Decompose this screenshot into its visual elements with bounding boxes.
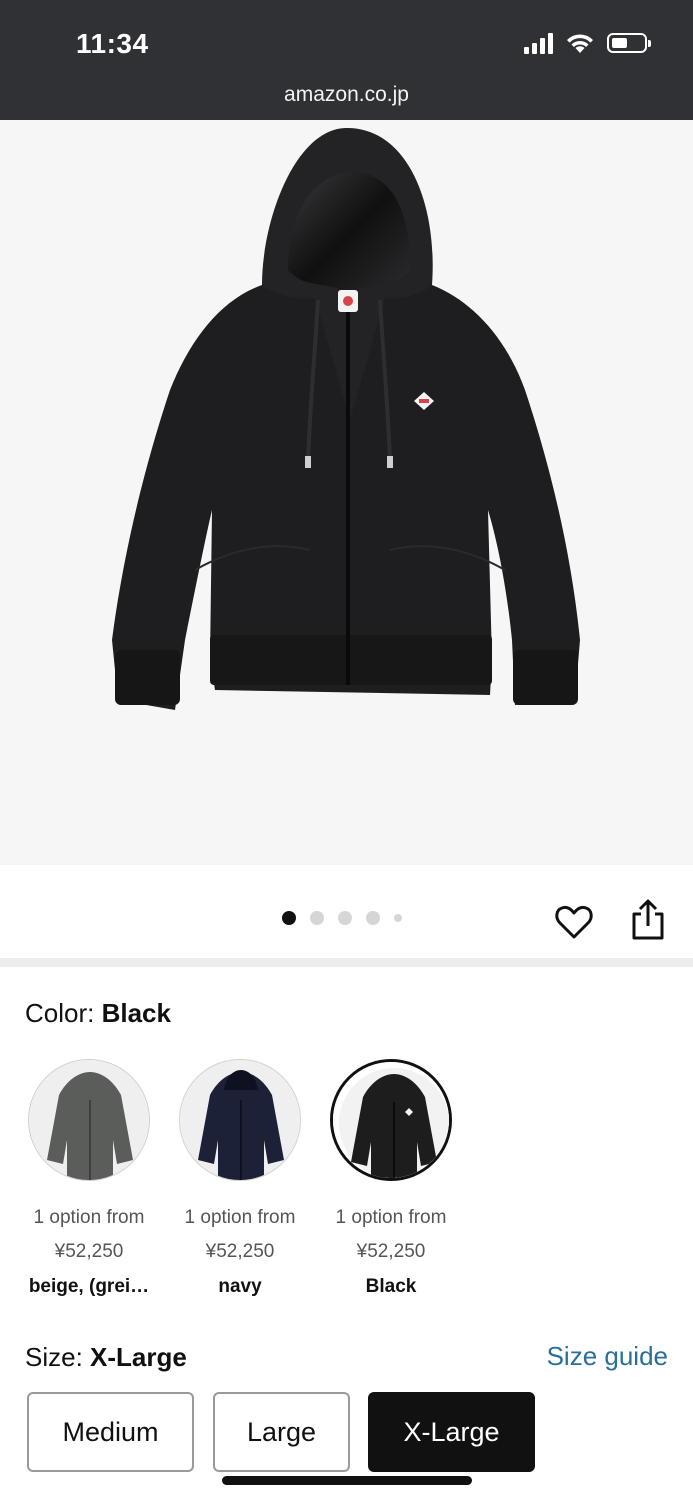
image-pagination-dots[interactable]: [282, 911, 402, 925]
wifi-icon: [567, 34, 593, 53]
size-guide-link[interactable]: Size guide: [547, 1341, 668, 1372]
battery-icon: [607, 33, 651, 53]
swatch-name: navy: [218, 1276, 262, 1297]
pagination-dot[interactable]: [310, 911, 324, 925]
pagination-dot[interactable]: [282, 911, 296, 925]
selected-color: Black: [101, 998, 171, 1028]
status-icons: [524, 32, 651, 54]
jacket-illustration: [112, 127, 580, 710]
swatch-availability: 1 option from: [33, 1207, 145, 1228]
size-option-medium[interactable]: Medium: [27, 1392, 194, 1472]
swatch-name: Black: [365, 1276, 417, 1297]
size-label: Size:: [25, 1342, 91, 1372]
swatch-image: [28, 1059, 150, 1181]
size-option-large[interactable]: Large: [213, 1392, 350, 1472]
size-heading: Size: X-Large: [25, 1342, 187, 1373]
pagination-dot[interactable]: [366, 911, 380, 925]
pagination-dot[interactable]: [394, 914, 402, 922]
swatch-name: beige, (grei…: [28, 1276, 150, 1297]
swatch-image: [179, 1059, 301, 1181]
clock: 11:34: [76, 28, 149, 59]
color-heading: Color: Black: [25, 998, 171, 1029]
swatch-price: ¥52,250: [356, 1241, 426, 1262]
color-option-navy[interactable]: 1 option from ¥52,250 navy: [170, 1059, 310, 1298]
heart-icon[interactable]: [554, 902, 594, 942]
swatch-price: ¥52,250: [54, 1241, 124, 1262]
color-option-beige[interactable]: 1 option from ¥52,250 beige, (grei…: [19, 1059, 159, 1298]
color-label: Color:: [25, 998, 102, 1028]
swatch-availability: 1 option from: [335, 1207, 447, 1228]
home-indicator[interactable]: [222, 1476, 472, 1485]
battery-level: [612, 38, 627, 48]
color-option-black[interactable]: 1 option from ¥52,250 Black: [321, 1059, 461, 1298]
swatch-price: ¥52,250: [205, 1241, 275, 1262]
selected-size: X-Large: [90, 1342, 187, 1372]
cellular-signal-icon: [524, 32, 553, 54]
swatch-image: [330, 1059, 452, 1181]
swatch-availability: 1 option from: [184, 1207, 296, 1228]
section-divider: [0, 958, 693, 967]
size-option-x-large[interactable]: X-Large: [368, 1392, 535, 1472]
product-image[interactable]: [0, 120, 693, 865]
status-bar: 11:34 amazon.co.jp: [0, 0, 693, 120]
address-bar-url[interactable]: amazon.co.jp: [0, 83, 693, 107]
share-icon[interactable]: [628, 898, 668, 942]
pagination-dot[interactable]: [338, 911, 352, 925]
